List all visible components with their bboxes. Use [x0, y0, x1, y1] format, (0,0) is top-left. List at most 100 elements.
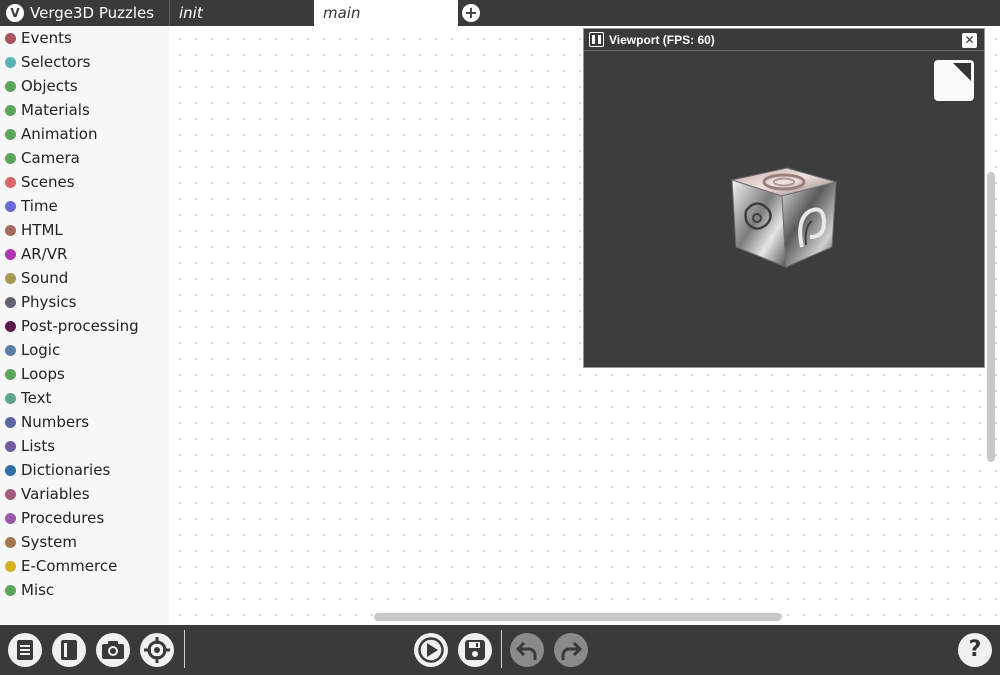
category-dot-icon: [5, 224, 16, 236]
viewport-panel[interactable]: Viewport (FPS: 60) ✕: [583, 28, 985, 368]
sidebar-item-loops[interactable]: Loops: [0, 362, 169, 386]
category-dot-icon: [5, 584, 16, 596]
sidebar-item-physics[interactable]: Physics: [0, 290, 169, 314]
save-disk-icon[interactable]: [458, 633, 492, 667]
category-dot-icon: [5, 200, 16, 212]
close-icon[interactable]: ✕: [962, 33, 977, 48]
viewport-header[interactable]: Viewport (FPS: 60) ✕: [584, 29, 984, 51]
category-dot-icon: [5, 56, 16, 68]
sidebar-item-label: Text: [21, 389, 52, 407]
pause-icon[interactable]: [589, 32, 604, 47]
library-icon[interactable]: [52, 633, 86, 667]
sidebar-item-text[interactable]: Text: [0, 386, 169, 410]
chrome-cube-render: [730, 167, 838, 268]
logo-glyph: V: [10, 6, 20, 20]
sidebar-item-label: Sound: [21, 269, 69, 287]
redo-icon[interactable]: [554, 633, 588, 667]
category-dot-icon: [5, 32, 16, 44]
sidebar-item-dictionaries[interactable]: Dictionaries: [0, 458, 169, 482]
sidebar-item-label: Physics: [21, 293, 77, 311]
sidebar-item-camera[interactable]: Camera: [0, 146, 169, 170]
viewport-title: Viewport (FPS: 60): [609, 33, 715, 47]
sidebar-item-label: Events: [21, 29, 72, 47]
sidebar-item-label: Scenes: [21, 173, 75, 191]
category-dot-icon: [5, 536, 16, 548]
sidebar-item-label: Lists: [21, 437, 56, 455]
category-dot-icon: [5, 128, 16, 140]
sidebar-item-html[interactable]: HTML: [0, 218, 169, 242]
sidebar-item-logic[interactable]: Logic: [0, 338, 169, 362]
sidebar-item-label: Camera: [21, 149, 80, 167]
sidebar-item-materials[interactable]: Materials: [0, 98, 169, 122]
category-dot-icon: [5, 320, 16, 332]
sidebar-item-label: E-Commerce: [21, 557, 118, 575]
sidebar-item-post-processing[interactable]: Post-processing: [0, 314, 169, 338]
sidebar-item-e-commerce[interactable]: E-Commerce: [0, 554, 169, 578]
sidebar-item-label: Time: [21, 197, 58, 215]
add-tab-icon[interactable]: +: [462, 4, 480, 22]
sidebar-item-variables[interactable]: Variables: [0, 482, 169, 506]
category-dot-icon: [5, 80, 16, 92]
sidebar-item-lists[interactable]: Lists: [0, 434, 169, 458]
app-title-label: Verge3D Puzzles: [30, 4, 155, 22]
sidebar-item-label: Post-processing: [21, 317, 139, 335]
category-dot-icon: [5, 416, 16, 428]
category-dot-icon: [5, 272, 16, 284]
sidebar-item-selectors[interactable]: Selectors: [0, 50, 169, 74]
sidebar-item-misc[interactable]: Misc: [0, 578, 169, 602]
locate-target-icon[interactable]: [140, 633, 174, 667]
category-dot-icon: [5, 296, 16, 308]
sidebar-item-scenes[interactable]: Scenes: [0, 170, 169, 194]
sidebar-item-label: Objects: [21, 77, 78, 95]
sidebar-item-events[interactable]: Events: [0, 26, 169, 50]
fullscreen-icon[interactable]: [934, 60, 974, 101]
category-dot-icon: [5, 392, 16, 404]
category-dot-icon: [5, 176, 16, 188]
undo-icon[interactable]: [510, 633, 544, 667]
sidebar-item-label: Numbers: [21, 413, 90, 431]
sidebar-item-label: Misc: [21, 581, 55, 599]
sidebar-item-procedures[interactable]: Procedures: [0, 506, 169, 530]
puzzle-category-sidebar: Events Selectors Objects Materials Animation…: [0, 26, 169, 625]
tab-init[interactable]: init: [169, 0, 314, 26]
toolbar-divider: [184, 630, 185, 668]
sidebar-item-label: Logic: [21, 341, 61, 359]
screenshot-camera-icon[interactable]: [96, 633, 130, 667]
vertical-scrollbar[interactable]: [987, 172, 995, 462]
category-dot-icon: [5, 464, 16, 476]
category-dot-icon: [5, 368, 16, 380]
category-dot-icon: [5, 488, 16, 500]
category-dot-icon: [5, 512, 16, 524]
category-dot-icon: [5, 248, 16, 260]
sidebar-item-ar-vr[interactable]: AR/VR: [0, 242, 169, 266]
sidebar-item-sound[interactable]: Sound: [0, 266, 169, 290]
category-dot-icon: [5, 560, 16, 572]
top-bar: V Verge3D Puzzles init main +: [0, 0, 1000, 26]
sidebar-item-numbers[interactable]: Numbers: [0, 410, 169, 434]
verge3d-logo-icon: V: [6, 4, 24, 22]
bottom-toolbar: ?: [0, 625, 1000, 675]
toolbar-divider: [501, 630, 502, 668]
run-play-icon[interactable]: [414, 633, 448, 667]
sidebar-item-label: Variables: [21, 485, 90, 503]
horizontal-scrollbar[interactable]: [374, 613, 782, 621]
tab-main[interactable]: main: [314, 0, 458, 26]
help-icon[interactable]: ?: [958, 633, 992, 667]
sidebar-item-label: Loops: [21, 365, 65, 383]
manual-book-icon[interactable]: [8, 633, 42, 667]
sidebar-item-objects[interactable]: Objects: [0, 74, 169, 98]
sidebar-item-label: Procedures: [21, 509, 105, 527]
sidebar-item-animation[interactable]: Animation: [0, 122, 169, 146]
sidebar-item-label: Animation: [21, 125, 98, 143]
sidebar-item-label: Dictionaries: [21, 461, 111, 479]
sidebar-item-label: HTML: [21, 221, 63, 239]
category-dot-icon: [5, 152, 16, 164]
sidebar-item-time[interactable]: Time: [0, 194, 169, 218]
app-title[interactable]: V Verge3D Puzzles: [0, 0, 169, 26]
category-dot-icon: [5, 104, 16, 116]
help-glyph: ?: [968, 637, 982, 662]
category-dot-icon: [5, 440, 16, 452]
sidebar-item-system[interactable]: System: [0, 530, 169, 554]
sidebar-item-label: Materials: [21, 101, 90, 119]
category-dot-icon: [5, 344, 16, 356]
